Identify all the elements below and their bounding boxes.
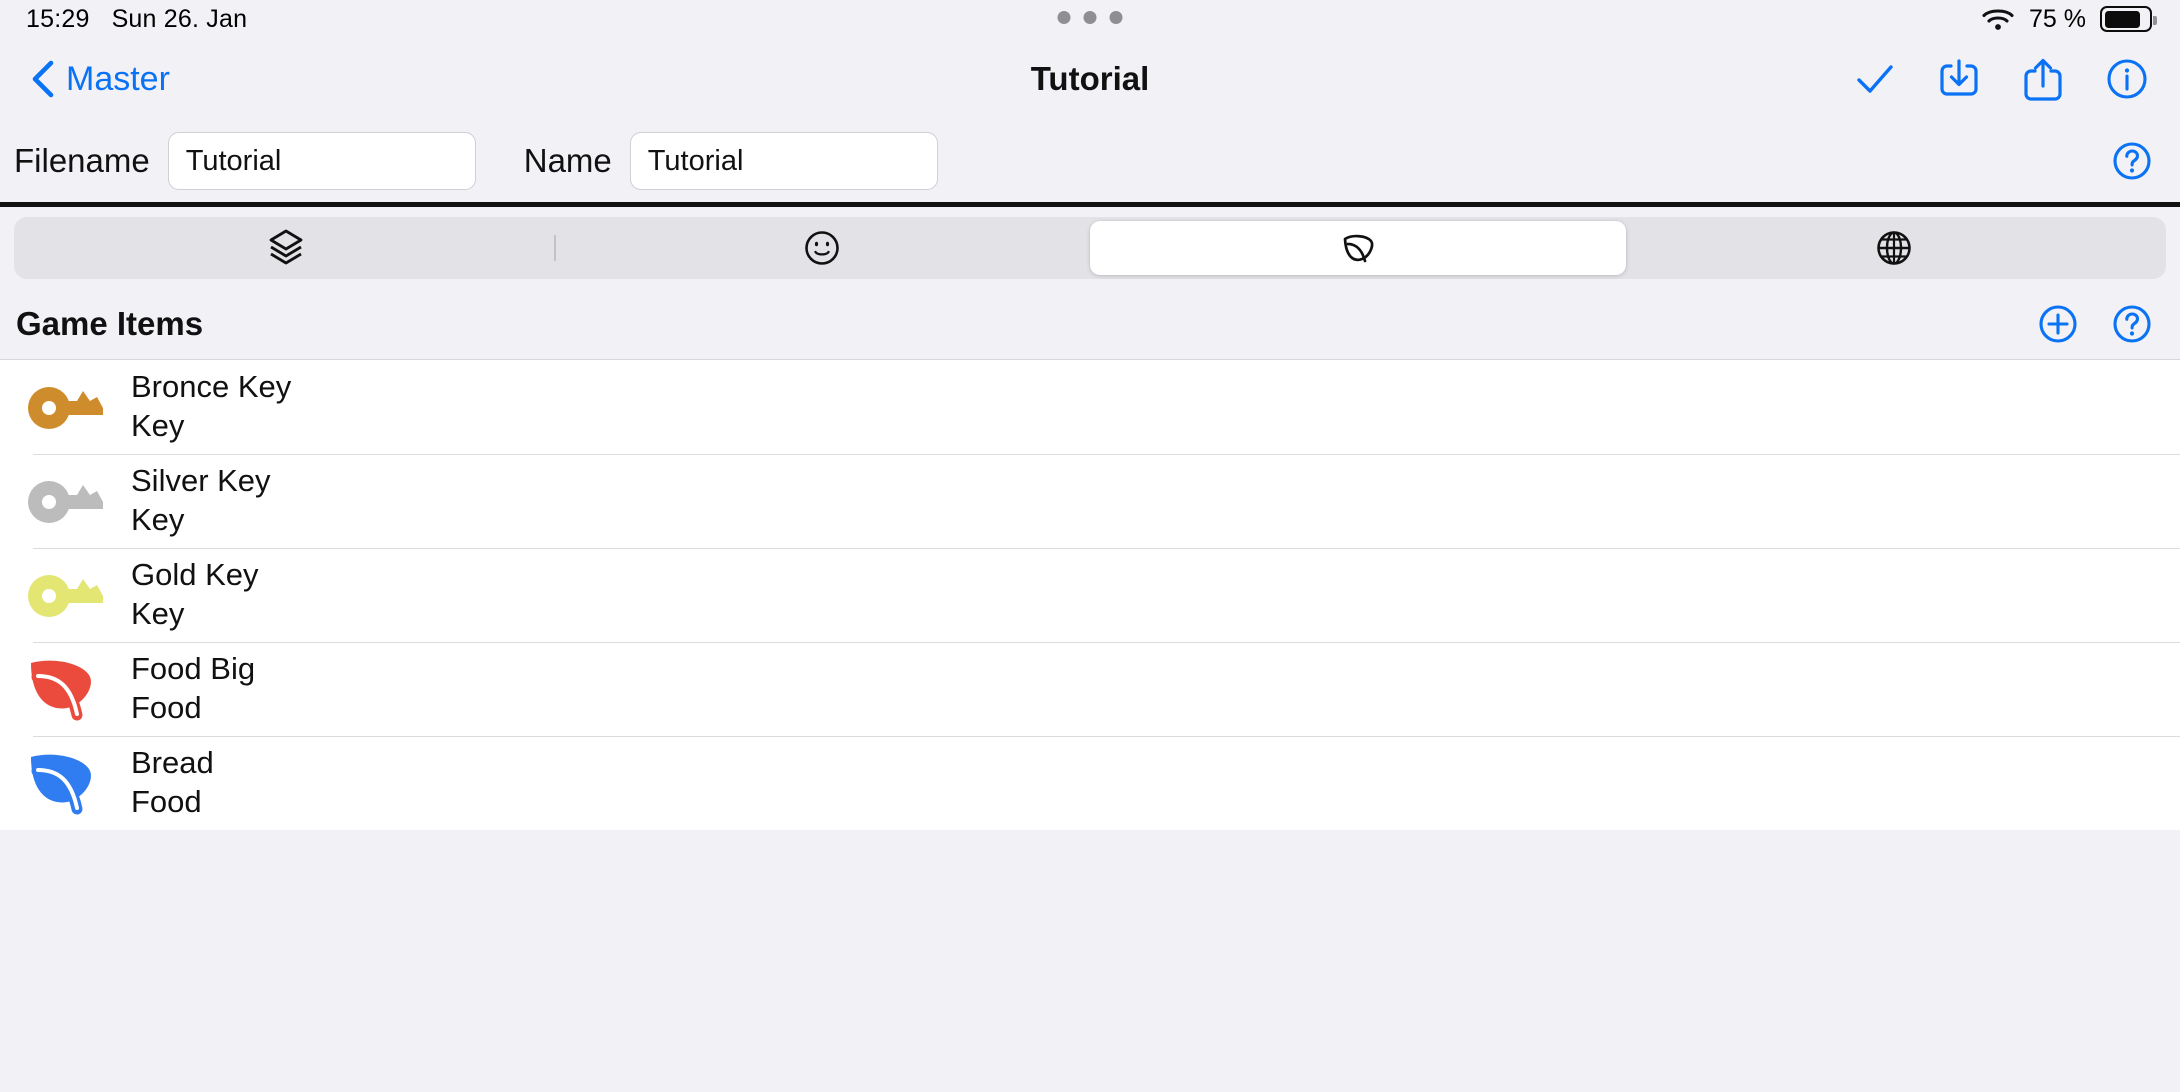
dot-3 <box>1109 11 1123 24</box>
tab-world[interactable] <box>1626 221 2162 275</box>
key-icon-glyph <box>28 481 103 523</box>
key-icon <box>25 466 109 536</box>
back-button-label: Master <box>66 59 170 98</box>
info-circle-icon <box>2107 59 2147 99</box>
tab-characters[interactable] <box>554 221 1090 275</box>
status-bar-right: 75 % <box>1981 4 2157 34</box>
more-dots-indicator[interactable] <box>1057 11 1123 24</box>
item-subtitle: Key <box>131 502 185 537</box>
key-icon <box>25 560 109 630</box>
filename-value: Tutorial <box>185 144 282 177</box>
page-title: Tutorial <box>1030 60 1150 97</box>
download-square-icon <box>1940 59 1978 96</box>
leaf-icon <box>25 748 109 818</box>
item-subtitle: Food <box>131 690 202 725</box>
checkmark-icon <box>1857 65 1893 93</box>
row-text: Gold Key Key <box>131 559 259 630</box>
row-text: Bread Food <box>131 747 214 818</box>
leaf-icon <box>1343 234 1374 263</box>
info-button[interactable] <box>2104 56 2150 102</box>
table-row[interactable]: Bronce Key Key <box>0 360 2180 454</box>
row-text: Food Big Food <box>131 653 255 724</box>
layers-icon <box>269 229 303 265</box>
name-label: Name <box>523 142 612 179</box>
status-time: 15:29 <box>26 4 90 33</box>
add-item-button[interactable] <box>2036 302 2080 346</box>
name-input[interactable]: Tutorial <box>629 132 938 190</box>
plus-circle-icon <box>2039 305 2077 343</box>
key-icon <box>25 372 109 442</box>
item-title: Silver Key <box>131 463 271 499</box>
item-title: Bronce Key <box>131 369 292 405</box>
item-title: Gold Key <box>131 557 259 593</box>
wifi-icon <box>1981 6 2015 32</box>
filename-input[interactable]: Tutorial <box>167 132 476 190</box>
question-circle-icon <box>2113 305 2151 343</box>
share-button[interactable] <box>2020 56 2066 102</box>
dot-2 <box>1083 11 1097 24</box>
item-subtitle: Food <box>131 784 202 819</box>
leaf-icon-glyph <box>31 754 91 815</box>
navigation-actions <box>1852 56 2150 102</box>
dot-1 <box>1057 11 1071 24</box>
back-button[interactable]: Master <box>30 59 170 99</box>
name-value: Tutorial <box>647 144 744 177</box>
smiley-face-icon <box>805 231 839 265</box>
battery-icon <box>2100 6 2157 32</box>
row-text: Silver Key Key <box>131 465 271 536</box>
navigation-bar: Master Tutorial <box>0 38 2180 120</box>
status-bar: 15:29 Sun 26. Jan 75 % <box>0 0 2180 38</box>
item-title: Food Big <box>131 651 256 687</box>
item-subtitle: Key <box>131 596 185 631</box>
share-square-icon <box>2024 58 2062 101</box>
item-title: Bread <box>131 745 214 781</box>
key-icon-glyph <box>28 575 103 617</box>
table-row[interactable]: Bread Food <box>0 736 2180 830</box>
tab-layers[interactable] <box>18 221 554 275</box>
globe-icon <box>1877 231 1911 265</box>
section-title: Game Items <box>16 305 204 342</box>
key-icon-glyph <box>28 387 103 429</box>
section-actions <box>2036 302 2154 346</box>
confirm-button[interactable] <box>1852 56 1898 102</box>
segmented-control <box>14 217 2166 279</box>
file-info-row: Filename Tutorial Name Tutorial <box>0 120 2180 207</box>
status-date: Sun 26. Jan <box>111 4 248 33</box>
battery-percent: 75 % <box>2029 4 2086 33</box>
app-screen: 15:29 Sun 26. Jan 75 % Master Tutorial F… <box>0 0 2180 1092</box>
leaf-icon <box>25 654 109 724</box>
table-row[interactable]: Silver Key Key <box>0 454 2180 548</box>
table-row[interactable]: Gold Key Key <box>0 548 2180 642</box>
tab-bar-wrapper <box>0 207 2180 289</box>
leaf-icon-glyph <box>31 660 91 721</box>
question-circle-icon <box>2113 142 2151 180</box>
table-row[interactable]: Food Big Food <box>0 642 2180 736</box>
status-bar-left: 15:29 Sun 26. Jan <box>26 5 247 34</box>
chevron-left-icon <box>30 59 56 99</box>
game-items-list: Bronce Key Key Silver Key Key Gold Key K… <box>0 359 2180 830</box>
section-help-button[interactable] <box>2110 302 2154 346</box>
section-header: Game Items <box>0 289 2180 359</box>
filename-label: Filename <box>14 142 150 179</box>
form-help-button[interactable] <box>2110 139 2154 183</box>
tab-items[interactable] <box>1090 221 1626 275</box>
row-text: Bronce Key Key <box>131 371 291 442</box>
import-button[interactable] <box>1936 56 1982 102</box>
item-subtitle: Key <box>131 408 185 443</box>
